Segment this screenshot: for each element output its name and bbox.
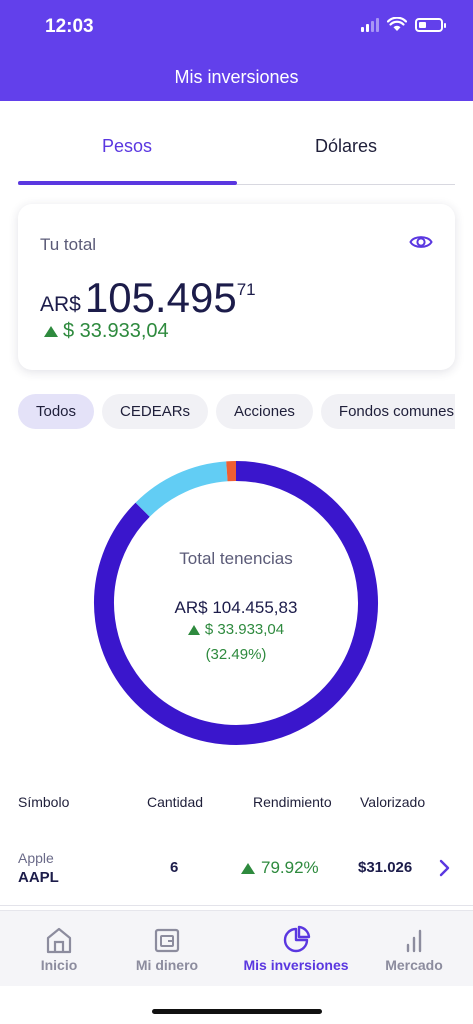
filter-acciones[interactable]: Acciones [216,394,313,429]
eye-icon[interactable] [409,232,433,252]
header-quantity: Cantidad [147,794,204,810]
holdings-donut-chart: Total tenencias AR$ 104.455,83 $ 33.933,… [86,453,386,753]
arrow-up-icon [241,862,255,874]
tab-pesos[interactable]: Pesos [17,136,237,157]
status-icons [361,17,446,32]
wallet-icon [154,928,180,953]
nav-mercado-label: Mercado [385,957,443,973]
currency-tabs: Pesos Dólares [0,101,473,187]
battery-icon [415,17,446,32]
nav-mi-dinero-label: Mi dinero [135,957,199,973]
page-title: Mis inversiones [174,67,299,87]
arrow-up-icon [44,326,58,337]
filter-fondos-comunes[interactable]: Fondos comunes [320,394,455,429]
donut-percent: (32.49%) [205,646,267,663]
pie-chart-icon [283,925,311,953]
home-icon [46,927,72,954]
total-gain: $ 33.933,04 [44,320,169,343]
bar-chart-icon [406,929,422,953]
donut-title: Total tenencias [179,549,293,568]
row-performance-value: 79.92% [261,858,319,877]
home-indicator [152,1009,322,1014]
app-header: 12:03 Mis inversiones [0,0,473,101]
total-amount-decimals: 71 [236,280,256,299]
total-currency: AR$ [40,293,81,316]
nav-inicio-label: Inicio [40,957,78,973]
header-value: Valorizado [360,794,426,810]
header-performance: Rendimiento [253,794,332,810]
donut-gain-value: $ 33.933,04 [204,621,285,638]
nav-mi-dinero[interactable]: Mi dinero [108,911,226,987]
total-amount-integer: 105.495 [84,274,237,321]
tab-dolares[interactable]: Dólares [236,136,456,157]
bottom-nav: Inicio Mi dinero Mis inversiones Mercado [0,910,473,986]
nav-mis-inversiones[interactable]: Mis inversiones [222,911,370,987]
nav-mis-inversiones-label: Mis inversiones [243,957,349,973]
arrow-up-icon [187,624,200,635]
header-symbol: Símbolo [18,794,70,810]
signal-icon [361,17,379,32]
row-quantity: 6 [170,859,179,876]
active-tab-indicator [18,181,237,185]
row-value: $31.026 [358,859,413,876]
donut-gain: $ 33.933,04 [86,621,386,638]
row-performance: 79.92% [241,858,319,878]
row-symbol: AAPL [18,869,59,886]
total-amount: AR$ 105.495 71 [40,276,256,320]
total-gain-value: $ 33.933,04 [63,320,169,342]
wifi-icon [387,17,407,31]
donut-amount: AR$ 104.455,83 [174,598,298,617]
filter-cedears[interactable]: CEDEARs [102,394,209,429]
total-card: Tu total AR$ 105.495 71 $ 33.933,04 [18,204,455,370]
filter-todos[interactable]: Todos [18,394,95,429]
total-label: Tu total [40,235,97,254]
nav-inicio[interactable]: Inicio [0,911,118,987]
status-time: 12:03 [45,16,94,37]
row-name: Apple [18,850,54,866]
nav-mercado[interactable]: Mercado [355,911,473,987]
chevron-right-icon[interactable] [437,858,451,878]
filter-chips: Todos CEDEARs Acciones Fondos comunes [18,394,455,430]
table-row[interactable]: Apple AAPL 6 79.92% $31.026 [0,840,473,906]
